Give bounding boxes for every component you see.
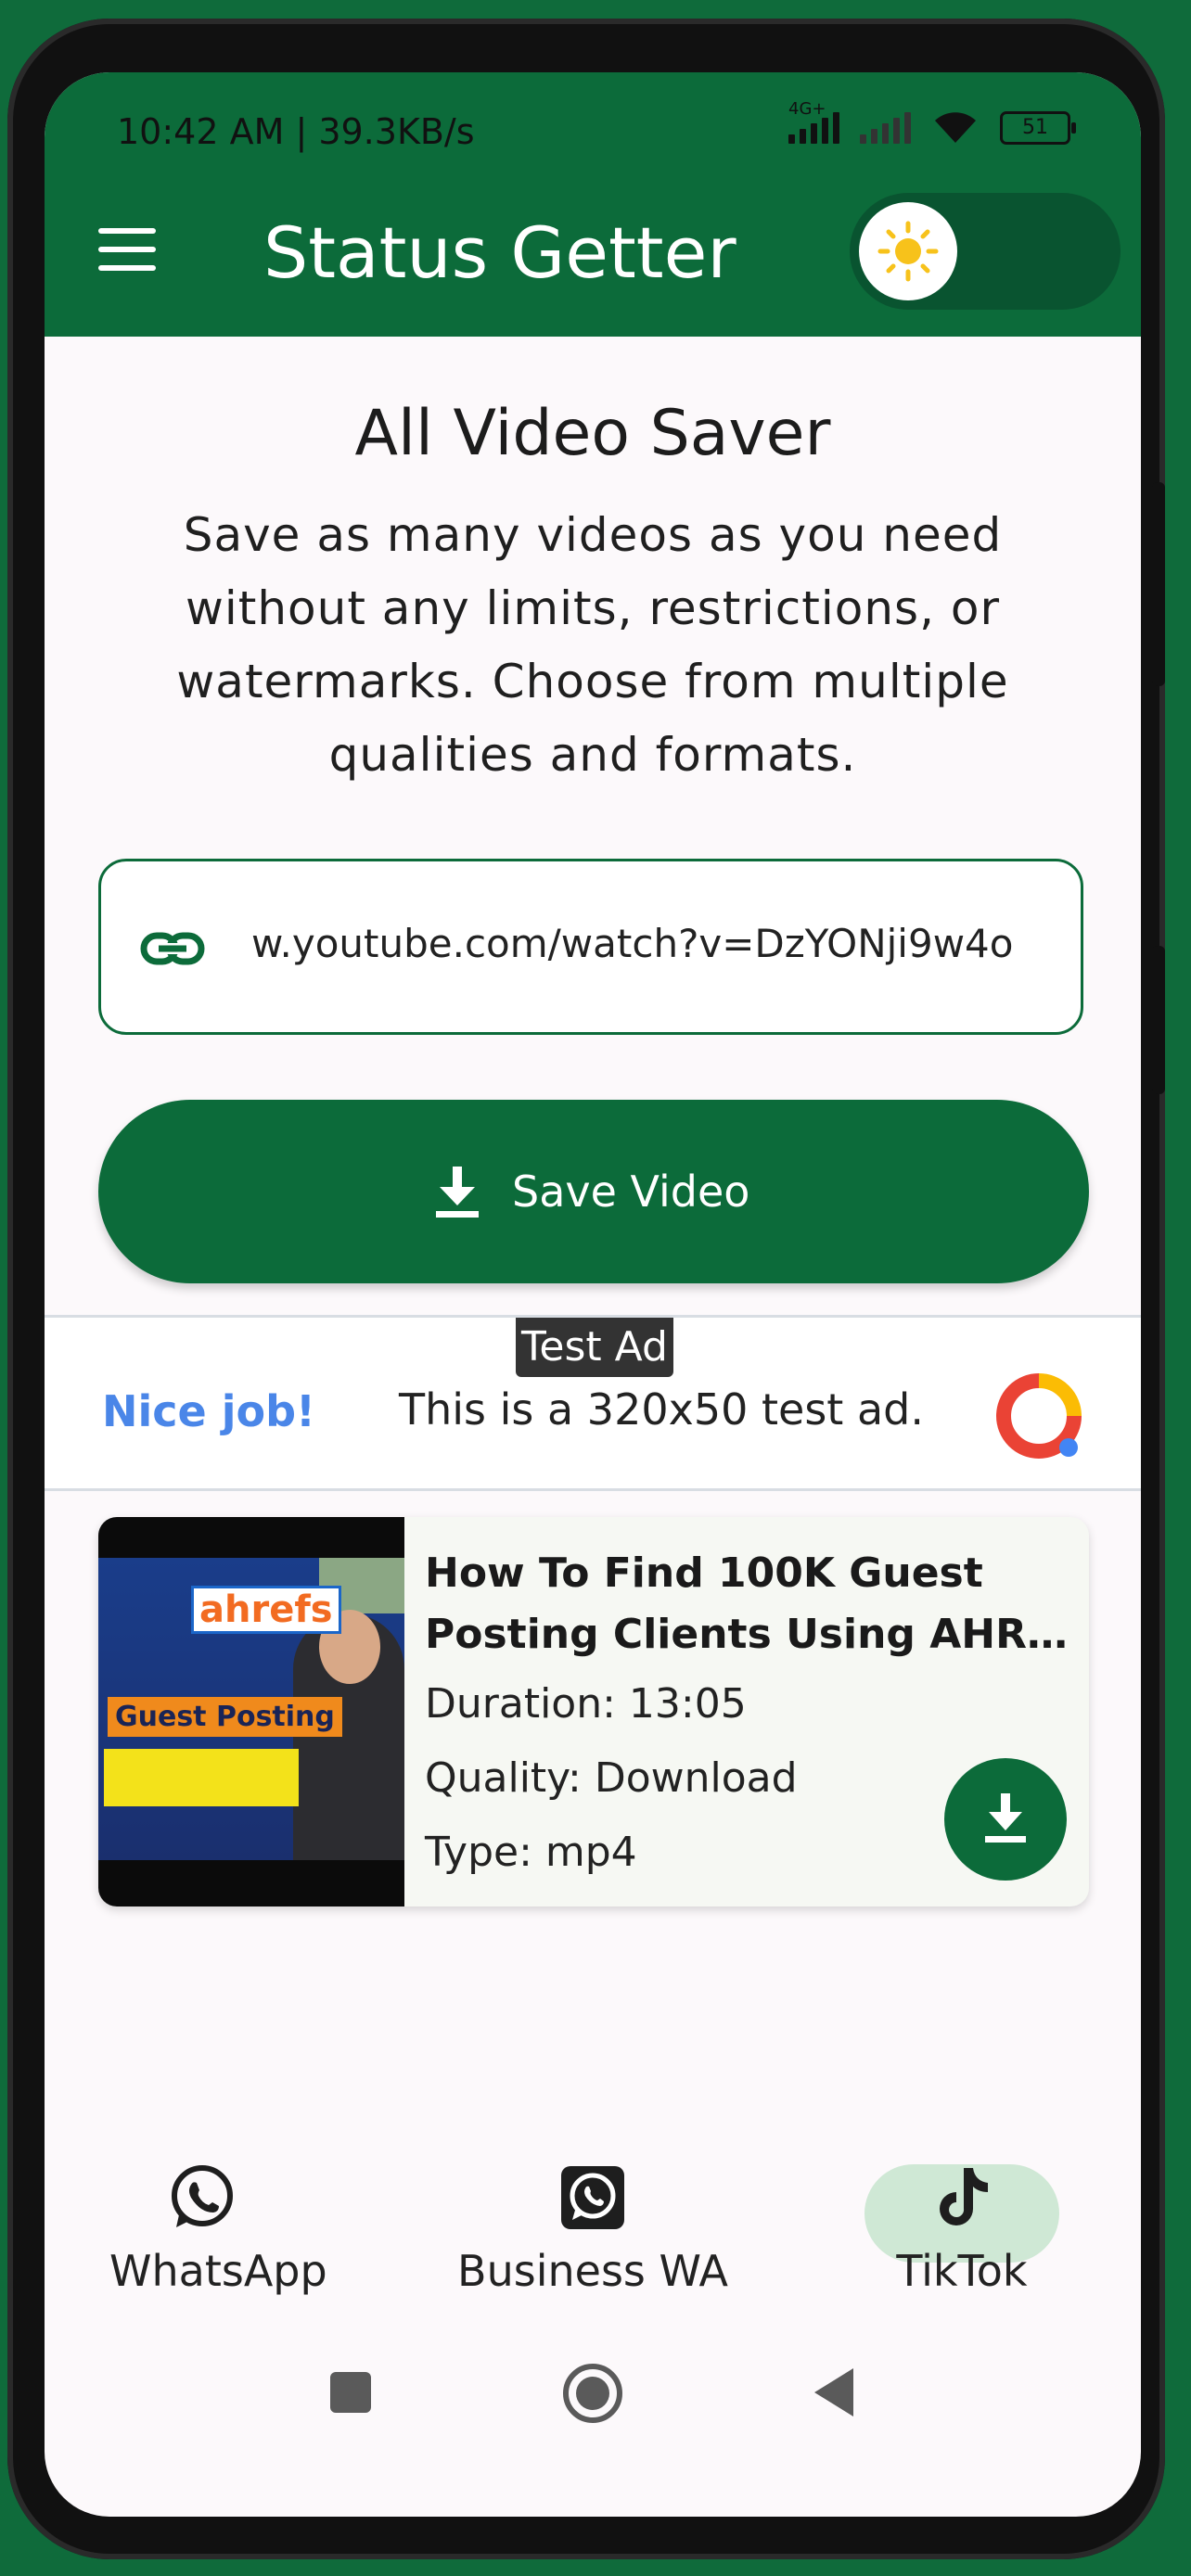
status-time-speed: 10:42 AM | 39.3KB/s bbox=[117, 111, 475, 152]
back-button[interactable] bbox=[811, 2366, 857, 2422]
download-icon bbox=[985, 1793, 1026, 1843]
video-thumbnail: ahrefs Guest Posting bbox=[98, 1517, 404, 1906]
business-whatsapp-icon bbox=[561, 2166, 624, 2229]
theme-toggle[interactable] bbox=[850, 193, 1121, 310]
video-title: How To Find 100K Guest Posting Clients U… bbox=[425, 1543, 1074, 1665]
video-duration: Duration: 13:05 bbox=[425, 1680, 747, 1728]
video-quality: Quality: Download bbox=[425, 1754, 798, 1802]
page-description: Save as many videos as you need without … bbox=[176, 508, 1009, 782]
tiktok-icon bbox=[940, 2168, 988, 2225]
save-video-label: Save Video bbox=[512, 1167, 750, 1217]
recents-button[interactable] bbox=[328, 2370, 373, 2418]
ad-text: This is a 320x50 test ad. bbox=[399, 1384, 924, 1435]
link-icon bbox=[140, 932, 205, 965]
nav-business-wa[interactable]: Business WA bbox=[451, 2162, 735, 2296]
side-button bbox=[1152, 946, 1165, 1094]
app-title: Status Getter bbox=[263, 211, 736, 294]
admob-logo-icon bbox=[996, 1373, 1082, 1459]
phone-frame: 10:42 AM | 39.3KB/s 4G+ 51 Status Getter bbox=[7, 19, 1165, 2559]
download-icon bbox=[436, 1167, 479, 1218]
save-video-button[interactable]: Save Video bbox=[98, 1100, 1089, 1283]
nav-whatsapp-label: WhatsApp bbox=[109, 2246, 327, 2296]
nav-tiktok-label: TikTok bbox=[896, 2246, 1028, 2296]
battery-icon: 51 bbox=[1000, 111, 1076, 145]
video-title-line2: Posting Clients Using AHREFS ... bbox=[425, 1611, 1074, 1658]
video-title-line1: How To Find 100K Guest bbox=[425, 1549, 983, 1597]
network-label: 4G+ bbox=[788, 99, 826, 119]
square-icon bbox=[330, 2372, 371, 2413]
whatsapp-icon bbox=[172, 2165, 233, 2227]
wifi-icon bbox=[935, 112, 976, 143]
menu-button[interactable] bbox=[98, 228, 158, 271]
nav-tiktok[interactable]: TikTok bbox=[864, 2162, 1059, 2296]
side-button bbox=[1152, 482, 1165, 686]
page-heading: All Video Saver bbox=[354, 397, 831, 470]
video-card[interactable]: ahrefs Guest Posting How To Find 100K Gu… bbox=[98, 1517, 1089, 1906]
status-icons: 4G+ 51 bbox=[788, 99, 1076, 147]
thumbnail-brand: ahrefs bbox=[191, 1586, 341, 1634]
ad-nice-text: Nice job! bbox=[102, 1386, 316, 1436]
home-button[interactable] bbox=[562, 2363, 623, 2428]
screen: 10:42 AM | 39.3KB/s 4G+ 51 Status Getter bbox=[45, 72, 1141, 2517]
ad-banner[interactable]: Test Ad Nice job! This is a 320x50 test … bbox=[45, 1315, 1141, 1491]
home-circle-icon bbox=[563, 2364, 622, 2423]
battery-level: 51 bbox=[1022, 116, 1048, 139]
app-bar: 10:42 AM | 39.3KB/s 4G+ 51 Status Getter bbox=[45, 72, 1141, 337]
signal-icon bbox=[860, 112, 911, 144]
nav-business-wa-label: Business WA bbox=[457, 2246, 728, 2296]
thumbnail-banner: Guest Posting bbox=[108, 1697, 342, 1737]
download-button[interactable] bbox=[944, 1758, 1067, 1881]
signal-4g-icon: 4G+ bbox=[788, 99, 839, 144]
back-triangle-icon bbox=[814, 2368, 853, 2417]
url-input-value: w.youtube.com/watch?v=DzYONji9w4o bbox=[251, 921, 1014, 966]
nav-whatsapp[interactable]: WhatsApp bbox=[109, 2162, 327, 2296]
ad-badge: Test Ad bbox=[516, 1318, 673, 1377]
url-input[interactable]: w.youtube.com/watch?v=DzYONji9w4o bbox=[98, 859, 1083, 1035]
video-type: Type: mp4 bbox=[425, 1829, 637, 1876]
sun-icon bbox=[859, 202, 957, 300]
